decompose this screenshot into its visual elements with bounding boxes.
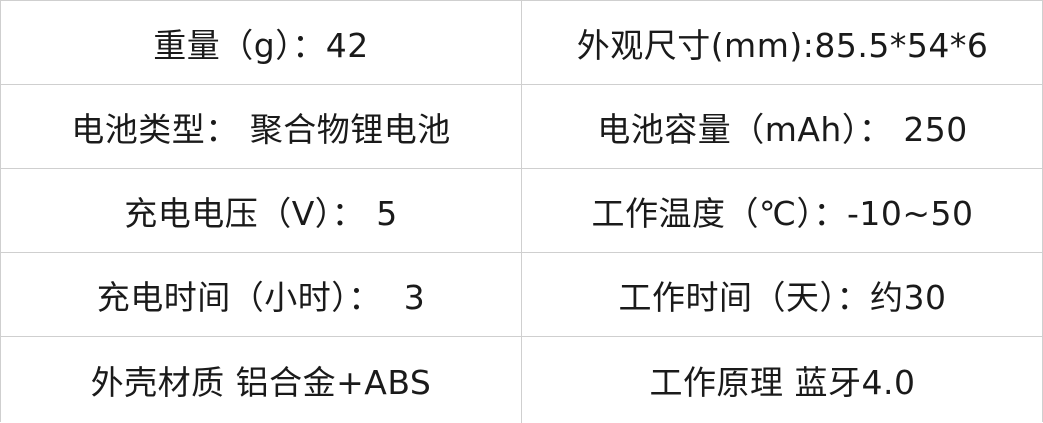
- spec-cell-housing-material: 外壳材质 铝合金+ABS: [1, 337, 522, 423]
- spec-table: 重量（g）：42 外观尺寸(mm):85.5*54*6 电池类型： 聚合物锂电池…: [0, 0, 1043, 423]
- spec-cell-operating-time: 工作时间（天）：约30: [522, 253, 1043, 337]
- spec-cell-operating-temperature: 工作温度（℃）：-10~50: [522, 169, 1043, 253]
- spec-cell-charging-voltage: 充电电压（V）： 5: [1, 169, 522, 253]
- spec-cell-battery-type: 电池类型： 聚合物锂电池: [1, 85, 522, 169]
- spec-cell-weight: 重量（g）：42: [1, 1, 522, 85]
- spec-cell-dimensions: 外观尺寸(mm):85.5*54*6: [522, 1, 1043, 85]
- spec-cell-battery-capacity: 电池容量（mAh）： 250: [522, 85, 1043, 169]
- spec-cell-working-principle: 工作原理 蓝牙4.0: [649, 363, 916, 402]
- spec-cell-charging-time: 充电时间（小时）： 3: [1, 253, 522, 337]
